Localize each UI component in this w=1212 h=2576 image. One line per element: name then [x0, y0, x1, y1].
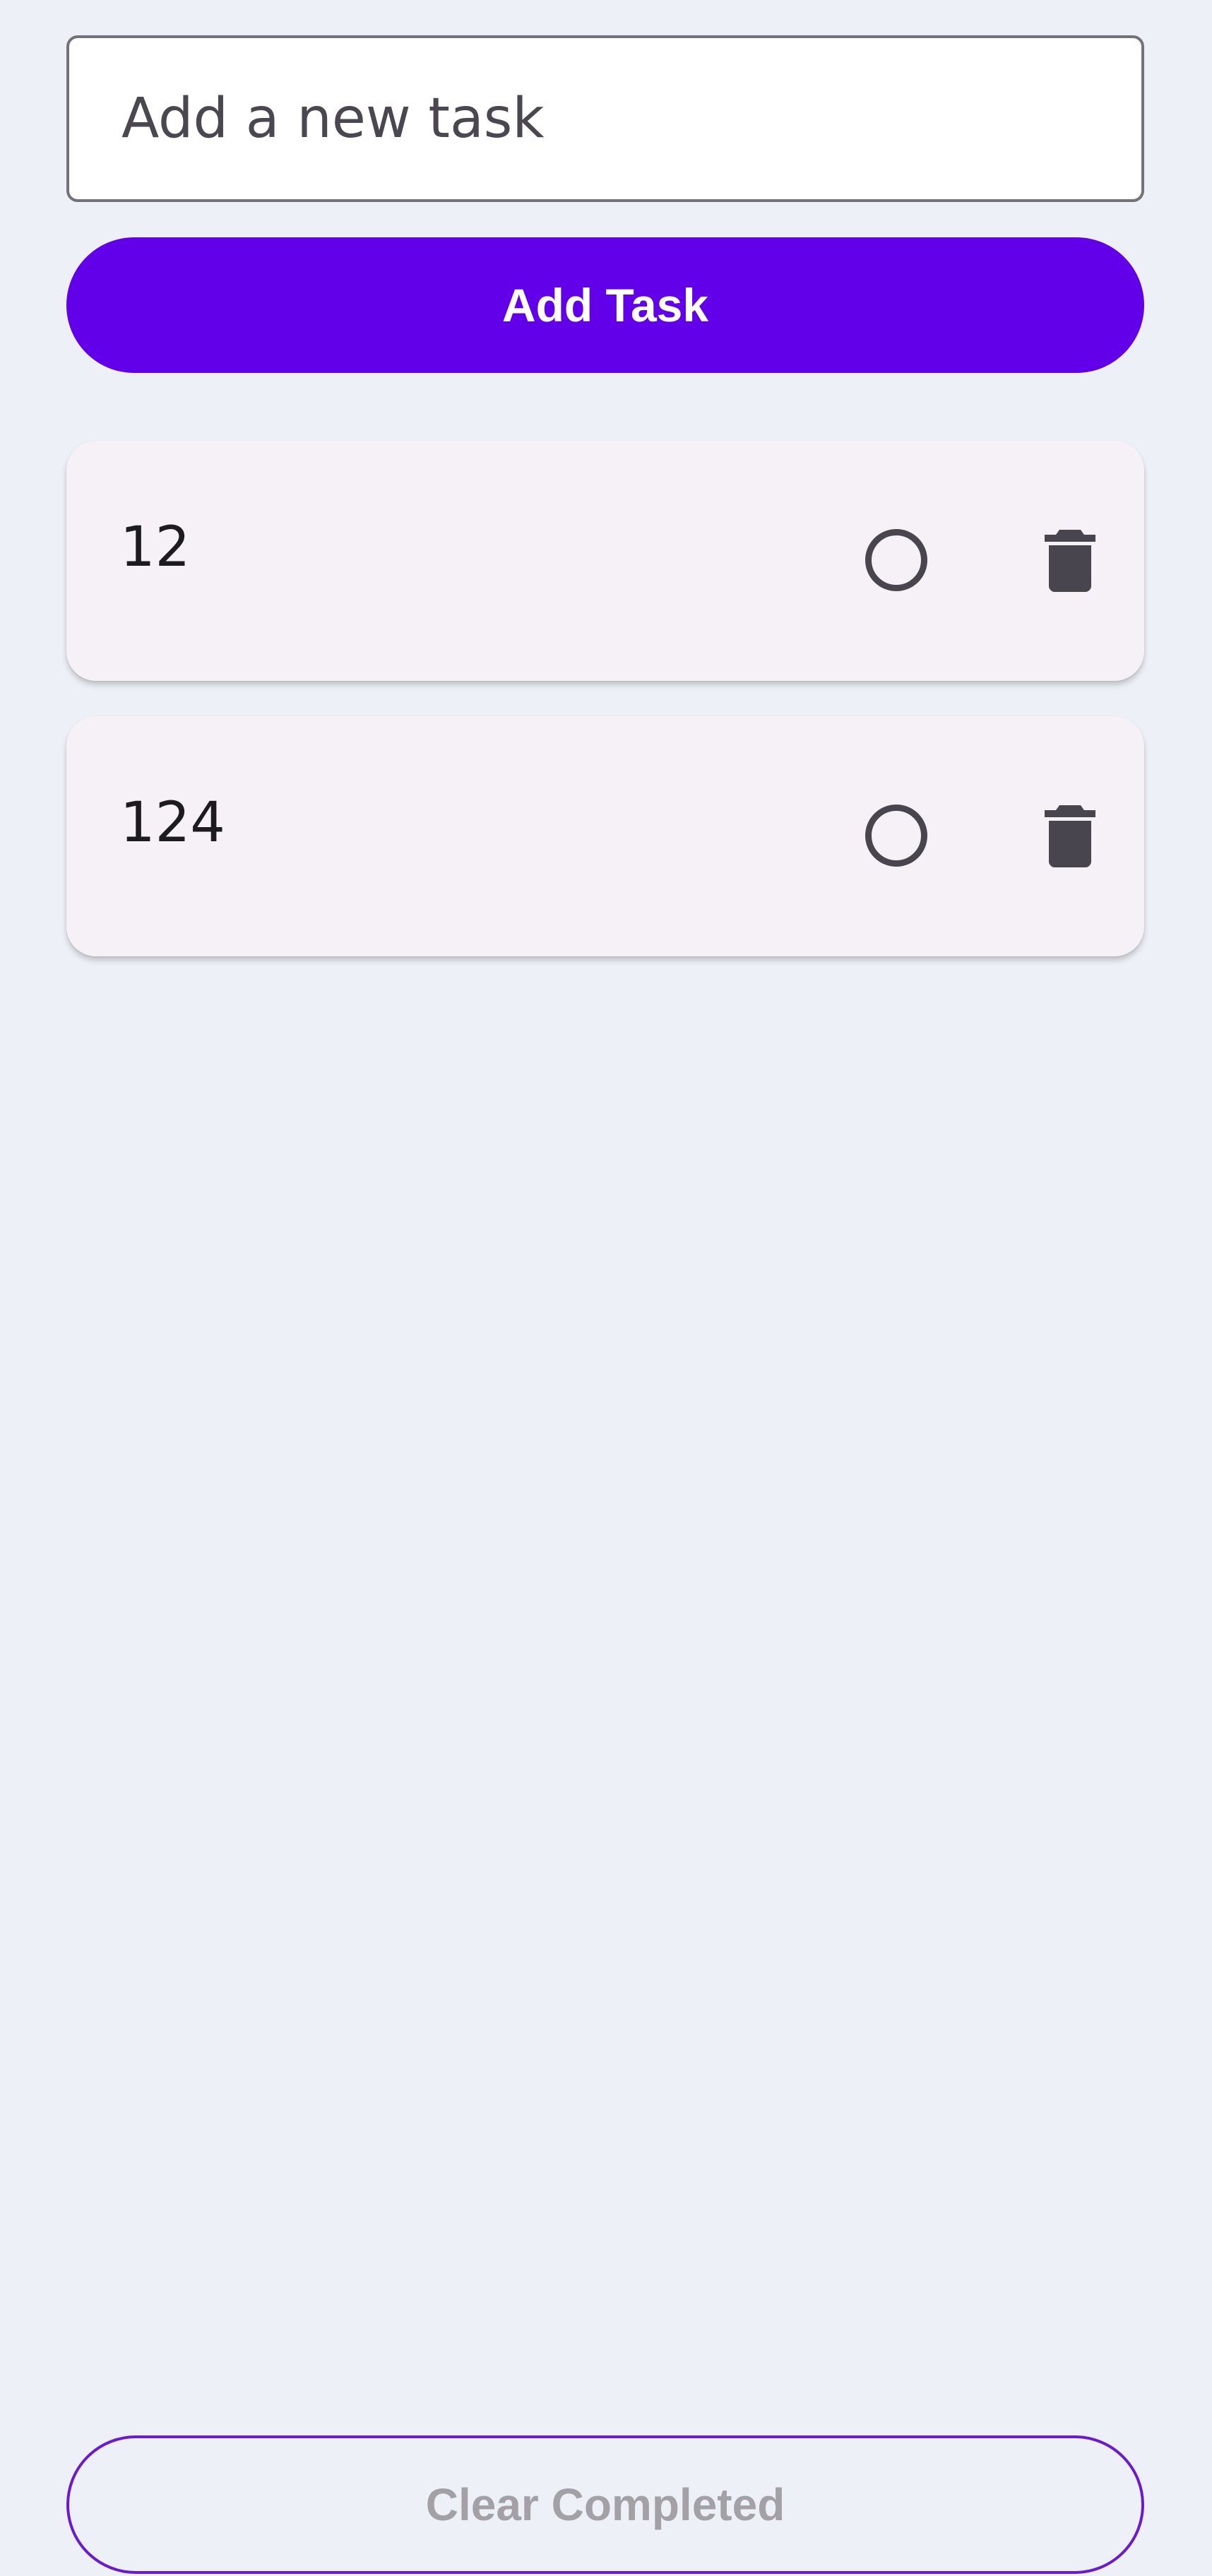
circle-outline-icon: [865, 805, 927, 867]
new-task-input[interactable]: [66, 35, 1144, 202]
complete-toggle-button[interactable]: [843, 783, 949, 889]
add-task-button[interactable]: Add Task: [66, 237, 1144, 373]
task-card: 12: [66, 441, 1144, 681]
trash-icon: [1045, 530, 1095, 592]
circle-outline-icon: [865, 529, 927, 591]
clear-completed-button[interactable]: Clear Completed: [66, 2435, 1144, 2574]
task-text: 124: [120, 791, 225, 855]
trash-icon: [1045, 805, 1095, 867]
delete-task-button[interactable]: [1017, 507, 1123, 613]
task-text: 12: [120, 516, 191, 579]
complete-toggle-button[interactable]: [843, 507, 949, 613]
task-card: 124: [66, 716, 1144, 956]
delete-task-button[interactable]: [1017, 783, 1123, 889]
